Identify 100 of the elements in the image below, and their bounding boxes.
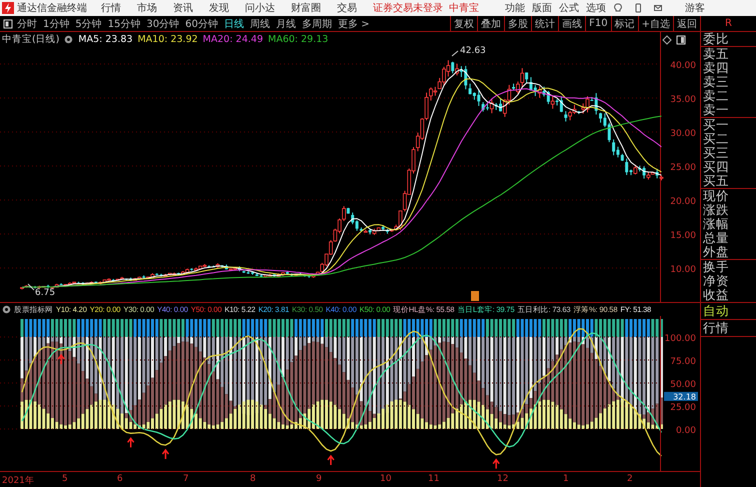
settings-icon[interactable] xyxy=(64,35,74,44)
date-axis-label: 1 xyxy=(563,474,569,484)
menu-item[interactable]: 发现 xyxy=(209,1,229,15)
quote-field-label: 买三 xyxy=(702,146,730,160)
lightbulb-icon[interactable] xyxy=(613,3,623,13)
toolbar-button[interactable]: 统计 xyxy=(531,16,558,31)
period-tab[interactable]: 更多 > xyxy=(338,16,370,30)
period-tab[interactable]: 日线 xyxy=(224,16,244,30)
price-axis-label: 35.00 xyxy=(670,95,696,105)
ma-value: MA5: 23.83 xyxy=(78,34,133,45)
up-arrow-icon xyxy=(57,354,65,365)
sidebar-button[interactable]: 行情 xyxy=(701,320,756,337)
date-axis-label: 9 xyxy=(316,474,322,484)
login-notice[interactable]: 证券交易未登录 xyxy=(373,1,443,15)
price-axis-label: 15.00 xyxy=(670,231,696,241)
tool-menu-item[interactable]: 公式 xyxy=(559,1,579,15)
ma-value: MA20: 24.49 xyxy=(202,34,263,45)
date-axis-label: 10 xyxy=(380,474,392,484)
date-axis-label: 7 xyxy=(183,474,189,484)
period-tab[interactable]: 周线 xyxy=(250,16,270,30)
toolbar-button[interactable]: 多股 xyxy=(504,16,532,31)
mail-icon[interactable] xyxy=(653,3,663,13)
date-axis-label: 5 xyxy=(62,474,68,484)
leader-line xyxy=(452,50,458,56)
up-arrow-icon xyxy=(162,448,170,460)
menu-item[interactable]: 资讯 xyxy=(173,1,193,15)
ma-value: MA60: 29.13 xyxy=(268,34,328,45)
period-tab[interactable]: 60分钟 xyxy=(185,16,218,30)
tool-menu-item[interactable]: 功能 xyxy=(505,1,525,15)
date-axis-label: 2021年 xyxy=(2,474,34,487)
indicator-axis-label: 25.00 xyxy=(670,403,696,413)
quote-field-label: 卖五 xyxy=(702,47,730,61)
toolbar-button[interactable]: 叠加 xyxy=(477,16,504,31)
period-tab[interactable]: 30分钟 xyxy=(146,16,180,30)
period-tab[interactable]: 15分钟 xyxy=(108,16,140,30)
quote-field-label: 总量 xyxy=(702,231,730,245)
menu-item[interactable]: 交易 xyxy=(337,1,357,15)
up-arrow-icon xyxy=(327,454,335,466)
quote-field-label: 卖二 xyxy=(702,89,730,103)
phone-icon[interactable] xyxy=(633,3,643,13)
tool-menu-item[interactable]: 选项 xyxy=(586,1,606,15)
panel-icon[interactable] xyxy=(676,34,686,44)
period-tab[interactable]: 分时 xyxy=(17,16,37,30)
app-name: 通达信金融终端 xyxy=(17,2,87,15)
toolbar-button[interactable]: F10 xyxy=(585,16,611,31)
quote-field-label: 涨幅 xyxy=(702,217,730,231)
up-arrow-icon xyxy=(492,458,500,470)
tool-menu-item[interactable]: 版面 xyxy=(532,1,552,15)
leader-line xyxy=(28,284,34,290)
sidebar-button[interactable]: 自动 xyxy=(701,303,756,320)
toolbar-button[interactable]: 标记 xyxy=(610,16,638,31)
high-price-label: 42.63 xyxy=(460,46,486,56)
quote-field-label: 收益 xyxy=(702,288,730,302)
indicator-axis-label: 75.00 xyxy=(670,357,696,367)
quote-field-label: 涨跌 xyxy=(702,203,730,217)
low-price-label: 6.75 xyxy=(35,288,56,298)
settings-icon[interactable] xyxy=(2,305,11,314)
date-axis-label: 6 xyxy=(117,474,123,484)
quote-field-label: 外盘 xyxy=(702,245,730,259)
price-axis-label: 25.00 xyxy=(670,163,696,173)
period-tab[interactable]: 月线 xyxy=(276,16,296,30)
toolbar-button[interactable]: 复权 xyxy=(450,16,478,31)
indicator-axis-label: 100.00 xyxy=(664,334,696,344)
quote-field-label: 卖四 xyxy=(702,61,730,75)
period-tab[interactable]: 1分钟 xyxy=(43,16,70,30)
price-axis-label: 40.00 xyxy=(670,61,696,71)
toolbar-button[interactable]: 画线 xyxy=(558,16,586,31)
indicator-axis-label: 0.00 xyxy=(676,426,696,436)
panel-tab[interactable]: R xyxy=(725,18,732,29)
price-axis-label: 20.00 xyxy=(670,197,696,207)
period-tab[interactable]: 5分钟 xyxy=(75,16,102,30)
quote-field-label: 换手 xyxy=(702,260,730,274)
menu-item[interactable]: 问小达 xyxy=(245,1,275,15)
panel-toggle-icon[interactable] xyxy=(3,18,13,28)
toolbar-button[interactable]: +自选 xyxy=(638,16,673,31)
diamond-icon[interactable] xyxy=(662,34,672,44)
date-axis-label: 11 xyxy=(428,474,440,484)
stock-name: 中青宝 xyxy=(449,2,479,15)
chart-title: 中青宝(日线) xyxy=(2,33,60,46)
user-label[interactable]: 游客 xyxy=(685,1,705,15)
current-value-badge: 32.18 xyxy=(664,392,698,402)
menu-item[interactable]: 财富圈 xyxy=(291,1,321,15)
date-axis-label: 12 xyxy=(497,474,508,484)
quote-field-label: 净资 xyxy=(702,274,730,288)
quote-field-label: 买一 xyxy=(702,118,730,132)
event-marker-icon[interactable] xyxy=(471,291,479,301)
date-axis-label: 8 xyxy=(250,474,256,484)
toolbar-button[interactable]: 返回 xyxy=(673,16,700,31)
ma-value: MA10: 23.92 xyxy=(138,34,198,45)
quote-field-label: 买二 xyxy=(702,132,730,146)
price-axis-label: 30.00 xyxy=(670,129,696,139)
quote-field-label: 卖三 xyxy=(702,75,730,89)
menu-item[interactable]: 市场 xyxy=(137,1,157,15)
up-arrow-icon xyxy=(127,437,134,448)
period-tab[interactable]: 多周期 xyxy=(302,16,332,30)
menu-item[interactable]: 行情 xyxy=(101,1,121,15)
date-axis-label: 2 xyxy=(627,474,633,484)
quote-field-label: 卖一 xyxy=(702,103,730,117)
price-axis-label: 10.00 xyxy=(670,265,696,275)
quote-field-label: 现价 xyxy=(702,189,730,203)
